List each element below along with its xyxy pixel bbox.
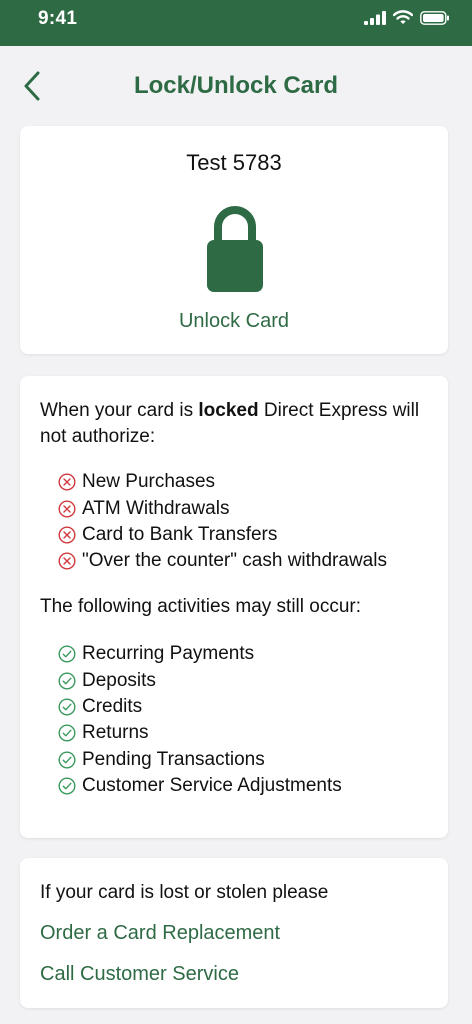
blocked-activities-list: New Purchases ATM Withdrawals Card to Ba… <box>58 469 387 575</box>
check-circle-icon <box>58 777 76 795</box>
list-item: "Over the counter" cash withdrawals <box>58 548 387 574</box>
locked-intro-bold: locked <box>198 400 259 421</box>
order-card-replacement-link[interactable]: Order a Card Replacement <box>40 922 280 945</box>
call-customer-service-link[interactable]: Call Customer Service <box>40 963 239 986</box>
x-circle-icon <box>58 500 76 518</box>
list-item-label: Credits <box>82 695 143 717</box>
check-circle-icon <box>58 672 76 690</box>
list-item: Deposits <box>58 667 342 693</box>
list-item: New Purchases <box>58 469 387 495</box>
page-title: Lock/Unlock Card <box>133 72 339 99</box>
signal-icon <box>364 10 386 25</box>
x-circle-icon <box>58 526 76 544</box>
unlock-card-button[interactable]: Unlock Card <box>20 310 448 333</box>
lock-info-panel: When your card is locked Direct Express … <box>20 376 448 838</box>
lock-icon <box>207 206 263 292</box>
check-circle-icon <box>58 724 76 742</box>
lost-card-text: If your card is lost or stolen please <box>40 882 329 903</box>
status-icons <box>364 10 450 25</box>
x-circle-icon <box>58 552 76 570</box>
list-item-label: Deposits <box>82 669 156 691</box>
list-item: ATM Withdrawals <box>58 495 387 521</box>
list-item-label: New Purchases <box>82 471 216 493</box>
locked-intro-text: When your card is locked Direct Express … <box>40 398 428 450</box>
check-circle-icon <box>58 751 76 769</box>
allowed-intro-text: The following activities may still occur… <box>40 596 361 617</box>
list-item-label: Recurring Payments <box>82 643 255 665</box>
list-item-label: ATM Withdrawals <box>82 497 230 519</box>
navigation-bar: Lock/Unlock Card <box>0 46 472 126</box>
card-name: Test 5783 <box>186 150 282 175</box>
list-item-label: Returns <box>82 722 149 744</box>
lost-card-panel: If your card is lost or stolen please Or… <box>20 858 448 1008</box>
list-item: Customer Service Adjustments <box>58 773 342 799</box>
list-item: Pending Transactions <box>58 747 342 773</box>
wifi-icon <box>393 10 413 24</box>
list-item-label: Card to Bank Transfers <box>82 523 278 545</box>
list-item: Returns <box>58 720 342 746</box>
battery-icon <box>420 10 449 25</box>
list-item: Recurring Payments <box>58 641 342 667</box>
x-circle-icon <box>58 473 76 491</box>
list-item-label: Customer Service Adjustments <box>82 775 342 797</box>
check-circle-icon <box>58 698 76 716</box>
status-bar: 9:41 <box>0 0 472 46</box>
allowed-activities-list: Recurring Payments Deposits Credits Retu… <box>58 641 342 799</box>
check-circle-icon <box>58 645 76 663</box>
list-item-label: Pending Transactions <box>82 748 265 770</box>
list-item-label: "Over the counter" cash withdrawals <box>82 550 387 572</box>
card-status-panel: Test 5783 Unlock Card <box>20 126 448 354</box>
list-item: Credits <box>58 694 342 720</box>
list-item: Card to Bank Transfers <box>58 522 387 548</box>
status-time: 9:41 <box>38 8 78 29</box>
locked-intro-prefix: When your card is <box>40 400 199 421</box>
